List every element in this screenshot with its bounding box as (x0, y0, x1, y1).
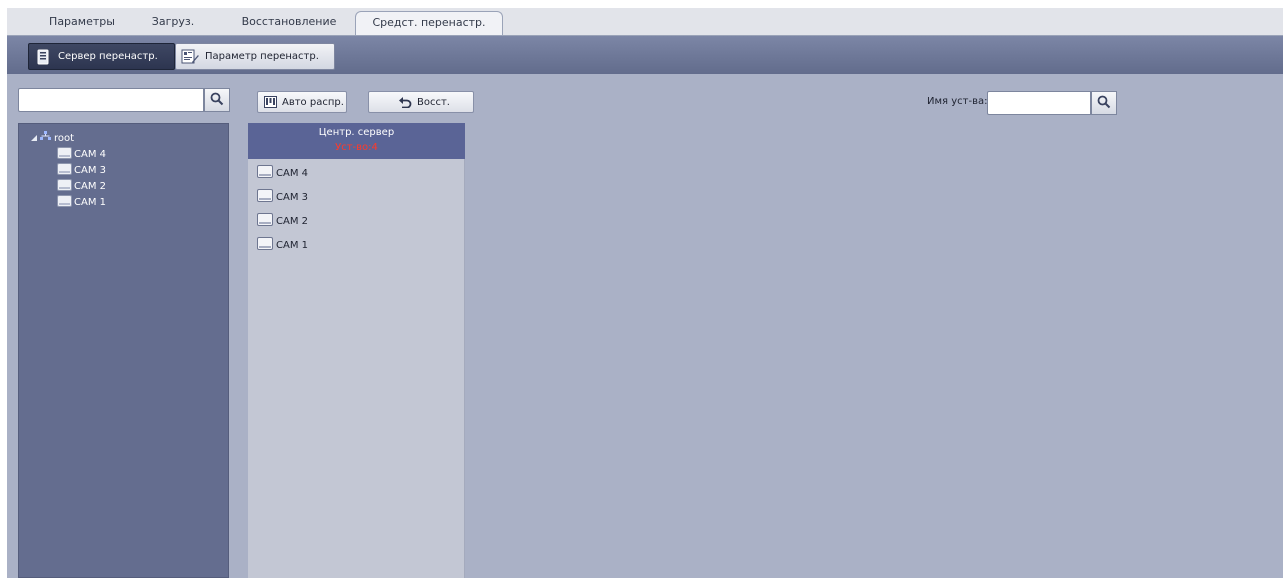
param-reconfig-label: Параметр перенастр. (205, 51, 319, 62)
device-tree-panel: root CAM 4 CAM 3 CAM 2 CAM 1 (18, 123, 229, 578)
tree-search-button[interactable] (204, 88, 230, 112)
network-tree-icon (40, 130, 51, 146)
tree-item-label: CAM 2 (74, 180, 106, 192)
tab-parameters[interactable]: Параметры (37, 14, 127, 30)
server-device-cam2[interactable]: CAM 2 (257, 213, 308, 229)
device-name-input[interactable] (987, 91, 1091, 115)
camera-device-icon (257, 237, 273, 253)
tree-item-cam1[interactable]: CAM 1 (57, 194, 106, 210)
device-count-label: Уст-во:4 (335, 142, 378, 153)
param-reconfig-button[interactable]: Параметр перенастр. (175, 43, 335, 70)
tree-item-cam3[interactable]: CAM 3 (57, 162, 106, 178)
app-window: Параметры Загруз. Восстановление Средст.… (7, 8, 1283, 578)
camera-device-icon (257, 213, 273, 229)
server-reconfig-button[interactable]: Сервер перенастр. (28, 43, 175, 70)
camera-device-icon (257, 165, 273, 181)
device-search-button[interactable] (1091, 91, 1117, 115)
tab-strip: Параметры Загруз. Восстановление Средст.… (7, 8, 1283, 36)
server-icon (34, 48, 52, 66)
camera-device-icon (57, 178, 72, 194)
search-icon (210, 92, 224, 109)
tree-item-label: CAM 4 (74, 148, 106, 160)
restore-label: Восст. (417, 96, 450, 108)
tab-reconfig-tools[interactable]: Средст. перенастр. (355, 11, 503, 35)
tree-item-cam2[interactable]: CAM 2 (57, 178, 106, 194)
device-label: CAM 3 (276, 191, 308, 203)
tab-upload[interactable]: Загруз. (139, 14, 207, 30)
edit-params-icon (181, 48, 199, 66)
device-label: CAM 4 (276, 167, 308, 179)
tab-restore[interactable]: Восстановление (229, 14, 349, 30)
tree-search-input[interactable] (18, 88, 204, 112)
device-label: CAM 1 (276, 239, 308, 251)
central-server-panel: Центр. сервер Уст-во:4 CAM 4 CAM 3 CAM 2 (248, 123, 465, 578)
sub-toolbar: Сервер перенастр. Параметр перенастр. (7, 36, 1283, 74)
server-reconfig-label: Сервер перенастр. (58, 51, 158, 62)
central-server-header[interactable]: Центр. сервер Уст-во:4 (248, 123, 465, 159)
camera-device-icon (57, 162, 72, 178)
central-server-title: Центр. сервер (318, 127, 395, 138)
server-device-cam1[interactable]: CAM 1 (257, 237, 308, 253)
tree-root[interactable]: root (31, 130, 75, 146)
tree-item-label: CAM 1 (74, 196, 106, 208)
server-device-cam4[interactable]: CAM 4 (257, 165, 308, 181)
search-icon (1097, 95, 1111, 112)
tree-item-cam4[interactable]: CAM 4 (57, 146, 106, 162)
undo-icon (398, 96, 412, 108)
camera-device-icon (57, 146, 72, 162)
device-name-label: Имя уст-ва: (927, 96, 988, 107)
auto-distribute-button[interactable]: Авто распр. (257, 91, 347, 113)
auto-distribute-label: Авто распр. (282, 96, 344, 108)
expand-arrow-icon[interactable] (31, 133, 37, 144)
tree-root-label: root (54, 132, 75, 144)
restore-button[interactable]: Восст. (368, 91, 474, 113)
server-device-cam3[interactable]: CAM 3 (257, 189, 308, 205)
device-label: CAM 2 (276, 215, 308, 227)
auto-distribute-icon (264, 96, 277, 108)
tree-item-label: CAM 3 (74, 164, 106, 176)
camera-device-icon (257, 189, 273, 205)
camera-device-icon (57, 194, 72, 210)
